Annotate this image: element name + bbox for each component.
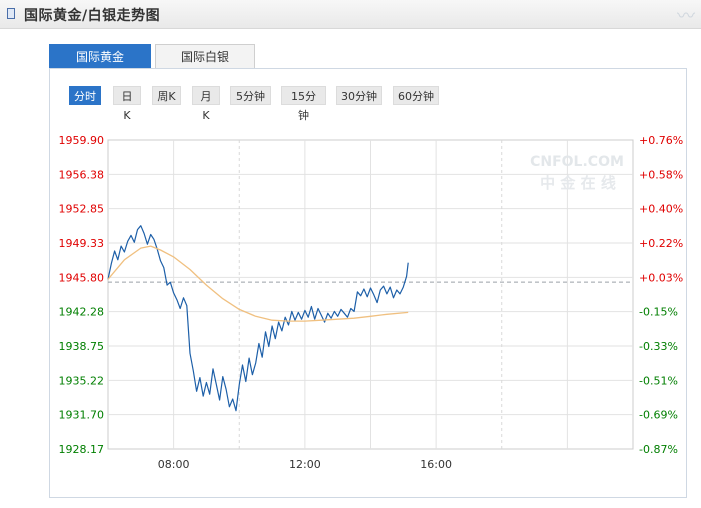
y-tick-label: 1931.70 [59, 409, 105, 422]
watermark-subtitle: 中 金 在 线 [540, 174, 616, 192]
x-tick-label: 12:00 [289, 458, 321, 471]
pct-tick-label: -0.15% [639, 306, 678, 319]
x-tick-label: 16:00 [420, 458, 452, 471]
average-price-line [107, 245, 409, 322]
y-tick-label: 1935.22 [59, 374, 105, 387]
pct-tick-label: +0.22% [639, 237, 683, 250]
pct-tick-label: +0.76% [639, 134, 683, 147]
pct-tick-label: +0.40% [639, 203, 683, 216]
y-tick-label: 1938.75 [59, 340, 105, 353]
pct-tick-label: -0.51% [639, 374, 678, 387]
pct-tick-label: +0.58% [639, 168, 683, 181]
y-tick-label: 1952.85 [59, 203, 105, 216]
price-chart: CNFOL.COM 中 金 在 线 1959.90 +0.76% 1956.38 +0… [59, 134, 684, 471]
y-tick-label: 1945.80 [59, 271, 105, 284]
pct-tick-label: +0.03% [639, 271, 683, 284]
pct-tick-label: -0.87% [639, 443, 678, 456]
y-tick-label: 1942.28 [59, 306, 105, 319]
pct-tick-label: -0.33% [639, 340, 678, 353]
y-tick-label: 1959.90 [59, 134, 105, 147]
y-tick-label: 1928.17 [59, 443, 105, 456]
pct-tick-label: -0.69% [639, 409, 678, 422]
x-tick-label: 08:00 [158, 458, 190, 471]
y-tick-label: 1956.38 [59, 168, 105, 181]
y-tick-label: 1949.33 [59, 237, 105, 250]
watermark-logo: CNFOL.COM [530, 154, 624, 170]
price-line [107, 225, 409, 412]
